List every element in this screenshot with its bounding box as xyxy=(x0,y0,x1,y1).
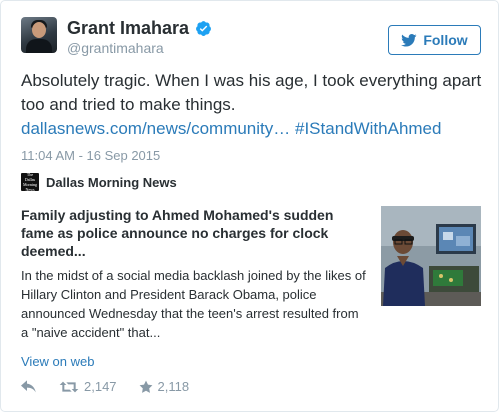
author-name[interactable]: Grant Imahara xyxy=(67,18,189,39)
view-on-web-link[interactable]: View on web xyxy=(21,354,94,369)
tweet-text-line: too and tried to make things. xyxy=(21,95,236,114)
author-name-row[interactable]: Grant Imahara xyxy=(67,18,212,39)
author-handle[interactable]: @grantimahara xyxy=(67,40,164,56)
retweet-button[interactable]: 2,147 xyxy=(59,379,117,394)
card-source[interactable]: The Dallas Morning News Dallas Morning News xyxy=(21,172,177,192)
hashtag-link[interactable]: #IStandWithAhmed xyxy=(295,119,441,138)
follow-label: Follow xyxy=(423,32,468,48)
tweet-text-line: Absolutely tragic. When I was his age, I… xyxy=(21,71,482,90)
tweet-actions: 2,147 2,118 xyxy=(21,379,211,394)
article-thumbnail-image[interactable] xyxy=(381,206,481,306)
tweet-url-link[interactable]: dallasnews.com/news/community… xyxy=(21,119,290,138)
follow-button[interactable]: Follow xyxy=(388,25,481,55)
source-name[interactable]: Dallas Morning News xyxy=(46,175,177,190)
avatar[interactable] xyxy=(21,17,57,53)
retweet-icon xyxy=(59,381,79,392)
dallas-morning-news-logo: The Dallas Morning News xyxy=(21,172,39,192)
verified-badge-icon xyxy=(196,21,211,36)
card-description: In the midst of a social media backlash … xyxy=(21,268,366,340)
favorite-count: 2,118 xyxy=(157,379,190,394)
star-icon xyxy=(139,380,152,393)
tweet-text: Absolutely tragic. When I was his age, I… xyxy=(21,69,481,141)
card-title[interactable]: Family adjusting to Ahmed Mohamed's sudd… xyxy=(21,206,363,260)
embedded-tweet: Grant Imahara @grantimahara Follow Absol… xyxy=(0,0,499,412)
reply-button[interactable] xyxy=(21,379,37,394)
retweet-count: 2,147 xyxy=(84,379,117,394)
favorite-button[interactable]: 2,118 xyxy=(139,379,190,394)
twitter-bird-icon xyxy=(401,33,417,47)
tweet-timestamp[interactable]: 11:04 AM - 16 Sep 2015 xyxy=(21,148,160,163)
reply-icon xyxy=(21,379,36,392)
